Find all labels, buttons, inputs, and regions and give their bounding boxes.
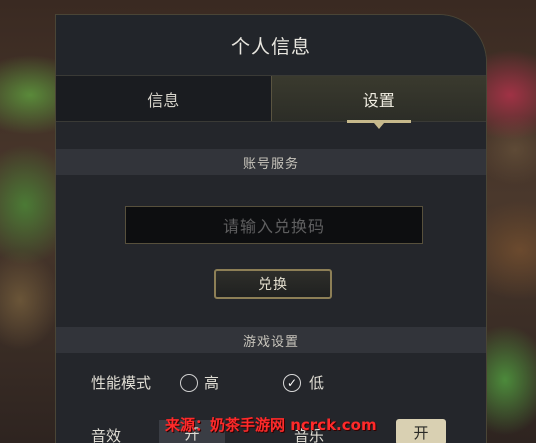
tab-settings-label: 设置 — [362, 90, 395, 110]
performance-low-label: 低 — [309, 374, 325, 392]
performance-mode-label: 性能模式 — [91, 374, 152, 392]
redeem-button[interactable]: 兑换 — [214, 269, 332, 299]
redeem-code-input[interactable]: 请输入兑换码 — [125, 206, 423, 244]
watermark-text: 来源：奶茶手游网 ncrck.com — [165, 416, 377, 434]
radio-checked-icon[interactable]: ✓ — [283, 373, 301, 392]
tab-info-label: 信息 — [147, 90, 180, 110]
panel-title: 个人信息 — [230, 35, 311, 58]
panel-header: 个人信息 — [56, 15, 486, 75]
profile-panel: 个人信息 信息 设置 账号服务 请输入兑换码 兑换 游戏设置 性能模式 高 ✓ … — [55, 14, 487, 443]
tab-settings[interactable]: 设置 — [270, 76, 486, 129]
performance-mode-row: 性能模式 — [91, 372, 151, 393]
source-watermark: 来源：奶茶手游网 ncrck.com — [165, 414, 377, 435]
performance-option-low[interactable]: ✓ 低 — [283, 372, 324, 393]
performance-high-label: 高 — [204, 374, 220, 392]
redeem-code-placeholder: 请输入兑换码 — [222, 217, 325, 236]
radio-unchecked-icon[interactable] — [180, 373, 198, 392]
active-tab-arrow-icon — [373, 123, 384, 129]
performance-option-high[interactable]: 高 — [180, 372, 219, 393]
sound-effects-row: 音效 — [91, 425, 121, 443]
tab-bar: 信息 设置 — [56, 75, 486, 129]
section-game-settings: 游戏设置 — [56, 327, 486, 353]
music-toggle[interactable]: 开 — [396, 419, 446, 443]
section-game-title: 游戏设置 — [242, 334, 299, 350]
sound-effects-label: 音效 — [91, 427, 122, 443]
section-account-services: 账号服务 — [56, 149, 486, 175]
redeem-button-label: 兑换 — [258, 277, 288, 293]
music-toggle-label: 开 — [413, 423, 429, 442]
section-account-title: 账号服务 — [242, 156, 299, 172]
tab-info[interactable]: 信息 — [56, 76, 271, 121]
